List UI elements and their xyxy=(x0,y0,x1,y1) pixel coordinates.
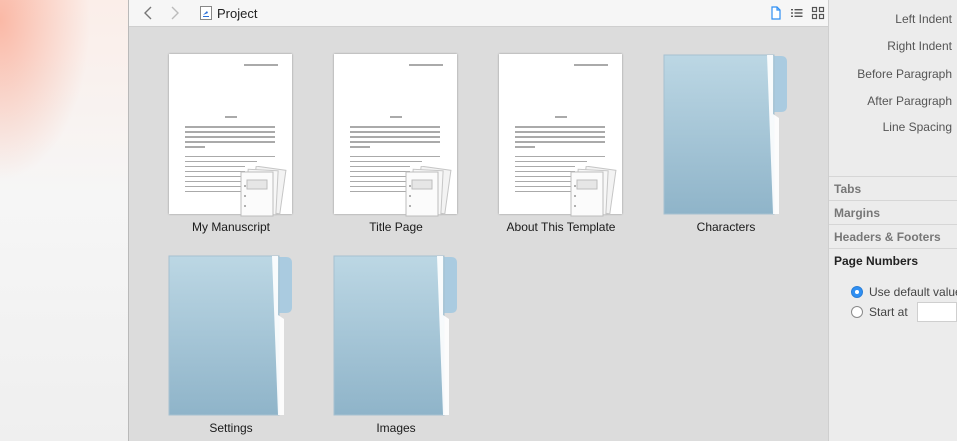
section-page-numbers[interactable]: Page Numbers xyxy=(829,248,957,272)
section-tabs[interactable]: Tabs xyxy=(829,176,957,200)
grid-view-icon[interactable] xyxy=(811,6,825,20)
right-indent-label: Right Indent xyxy=(887,39,952,53)
binder-item-settings[interactable]: Settings xyxy=(146,255,316,440)
left-indent-label: Left Indent xyxy=(895,12,952,26)
section-headers-footers[interactable]: Headers & Footers xyxy=(829,224,957,248)
project-window: Project My Manuscript Title Page About T… xyxy=(128,0,829,441)
after-paragraph-label: After Paragraph xyxy=(867,94,952,108)
item-label: Images xyxy=(376,421,416,435)
back-button[interactable] xyxy=(138,3,158,23)
forward-button[interactable] xyxy=(165,3,185,23)
document-stack-icon xyxy=(570,166,617,217)
binder-item-my-manuscript[interactable]: My Manuscript xyxy=(146,54,316,239)
folder-icon xyxy=(333,255,457,416)
binder-item-title-page[interactable]: Title Page xyxy=(311,54,481,239)
binder-item-about-this-template[interactable]: About This Template xyxy=(476,54,646,239)
chevron-left-icon xyxy=(144,6,152,20)
item-label: Characters xyxy=(696,220,756,234)
section-margins[interactable]: Margins xyxy=(829,200,957,224)
document-stack-icon xyxy=(240,166,287,217)
start-at-input[interactable] xyxy=(917,302,957,322)
document-stack-icon xyxy=(405,166,452,217)
before-paragraph-label: Before Paragraph xyxy=(857,67,952,81)
project-icon xyxy=(200,6,212,20)
item-label: About This Template xyxy=(506,220,616,234)
start-at-label: Start at xyxy=(869,305,908,319)
use-default-label: Use default value xyxy=(869,285,957,299)
folder-icon xyxy=(168,255,292,416)
item-label: My Manuscript xyxy=(191,220,271,234)
window-title: Project xyxy=(217,6,258,21)
document-thumbnail xyxy=(499,54,622,217)
radio-unselected[interactable] xyxy=(851,306,863,318)
item-label: Settings xyxy=(209,421,253,435)
line-spacing-label: Line Spacing xyxy=(882,120,952,134)
outline-view-icon[interactable] xyxy=(790,6,804,20)
document-thumbnail xyxy=(334,54,457,217)
folder-icon xyxy=(663,54,787,215)
inspector-panel: Left Indent Right Indent Before Paragrap… xyxy=(828,0,957,441)
document-view-icon[interactable] xyxy=(769,6,783,20)
document-thumbnail xyxy=(169,54,292,217)
binder-item-images[interactable]: Images xyxy=(311,255,481,440)
toolbar: Project xyxy=(129,0,829,27)
radio-selected[interactable] xyxy=(851,286,863,298)
binder-item-characters[interactable]: Characters xyxy=(641,54,811,239)
item-label: Title Page xyxy=(369,220,423,234)
spacing-settings: Left Indent Right Indent Before Paragrap… xyxy=(829,0,957,176)
chevron-right-icon xyxy=(171,6,179,20)
desktop-background xyxy=(0,0,128,441)
